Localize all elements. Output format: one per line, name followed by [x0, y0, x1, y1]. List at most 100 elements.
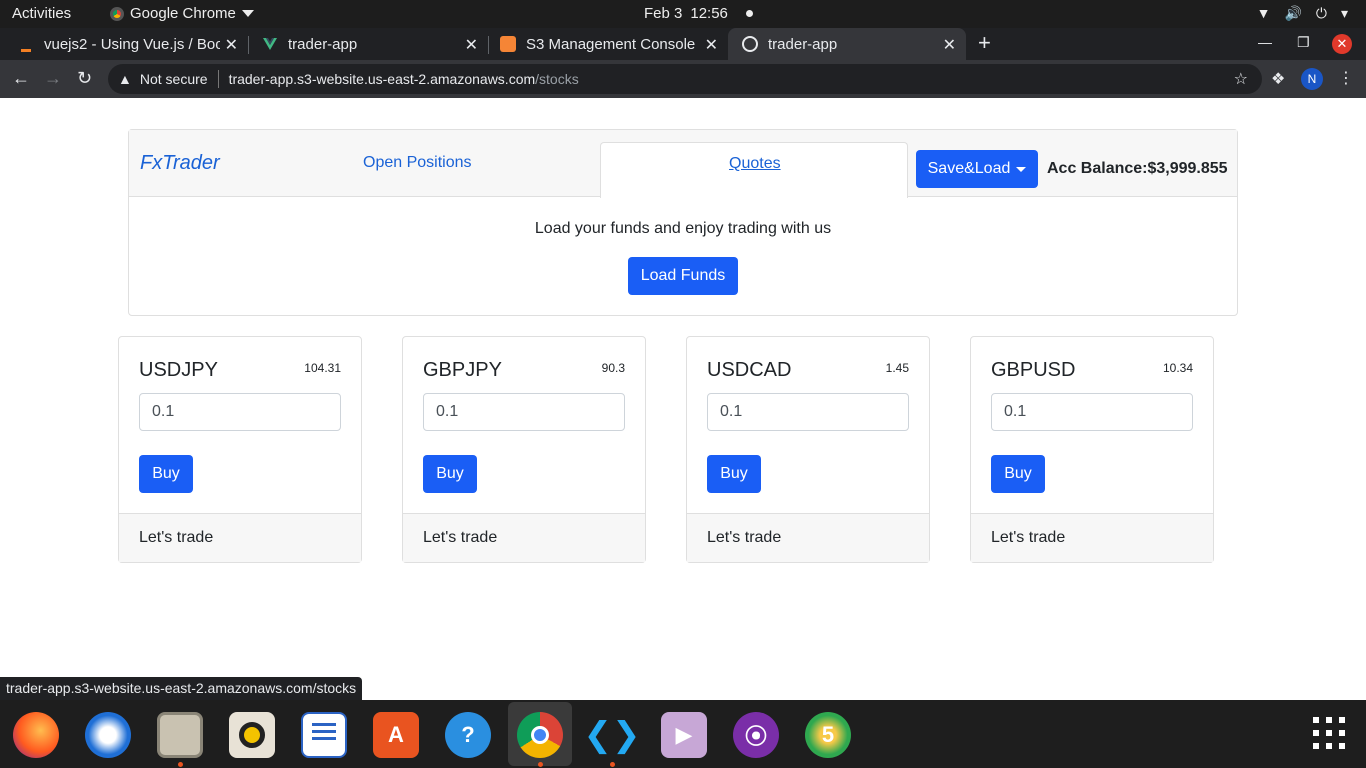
app-menu[interactable]: Google Chrome — [110, 5, 254, 22]
buy-button[interactable]: Buy — [139, 455, 193, 493]
forward-arrow-icon[interactable]: → — [44, 68, 62, 89]
running-indicator — [538, 762, 543, 767]
tab-trader-app-active[interactable]: trader-app ✕ — [728, 28, 966, 60]
close-icon[interactable]: ✕ — [225, 35, 238, 55]
help-icon[interactable]: ? — [445, 712, 491, 758]
card-footer: Let's trade — [119, 513, 361, 562]
quantity-input[interactable] — [139, 393, 341, 431]
nav-quotes-tab[interactable]: Quotes — [600, 142, 908, 198]
rhythmbox-icon[interactable] — [229, 712, 275, 758]
vscode-icon[interactable]: ❮❯ — [584, 712, 641, 758]
running-indicator — [178, 762, 183, 767]
account-balance: Acc Balance:$3,999.855 — [1047, 160, 1228, 177]
buy-button[interactable]: Buy — [991, 455, 1045, 493]
close-icon[interactable]: ✕ — [705, 35, 718, 55]
header-card: FxTrader Open Positions Quotes Save&Load… — [128, 129, 1238, 316]
stock-name: GBPJPY — [423, 359, 502, 381]
stock-price: 90.3 — [601, 361, 625, 375]
url-host: trader-app.s3-website.us-east-2.amazonaw… — [228, 71, 536, 87]
dock: A ? ❮❯ ▶ ⦿ 5 — [0, 700, 1366, 768]
activities-button[interactable]: Activities — [12, 5, 71, 22]
chevron-down-icon: ▾ — [1340, 5, 1348, 21]
card-footer: Let's trade — [687, 513, 929, 562]
link-status-bubble: trader-app.s3-website.us-east-2.amazonaw… — [0, 677, 363, 700]
warning-icon[interactable]: ▲ — [118, 71, 132, 87]
back-arrow-icon[interactable]: ← — [12, 68, 30, 89]
buy-button[interactable]: Buy — [423, 455, 477, 493]
extensions-puzzle-icon[interactable]: ❖ — [1271, 69, 1285, 89]
tor-icon[interactable]: ⦿ — [733, 712, 779, 758]
writer-icon[interactable] — [301, 712, 347, 758]
tab-vuejs2[interactable]: vuejs2 - Using Vue.js / Boo ✕ — [4, 28, 248, 60]
quantity-input[interactable] — [423, 393, 625, 431]
close-icon[interactable]: ✕ — [465, 35, 478, 55]
tab-trader-app-1[interactable]: trader-app ✕ — [248, 28, 488, 60]
clock-date: Feb 3 — [644, 5, 683, 22]
close-icon[interactable]: ✕ — [943, 35, 956, 55]
stock-card-gbpjpy: GBPJPY 90.3 Buy Let's trade — [402, 336, 646, 563]
nav-open-positions[interactable]: Open Positions — [363, 154, 472, 172]
profile-avatar[interactable]: N — [1301, 68, 1323, 90]
stock-name: USDCAD — [707, 359, 792, 381]
tab-title: trader-app — [768, 35, 838, 53]
address-bar[interactable]: ▲ Not secure trader-app.s3-website.us-ea… — [108, 64, 1262, 94]
power-icon: ⏻ — [1315, 5, 1327, 21]
divider — [217, 70, 219, 88]
clock[interactable]: Feb 3 12:56 — [644, 5, 753, 22]
firefox-icon[interactable] — [13, 712, 59, 758]
stock-price: 10.34 — [1162, 361, 1193, 375]
files-icon[interactable] — [157, 712, 203, 758]
reload-icon[interactable]: ↻ — [77, 68, 92, 89]
browser-tab-strip: vuejs2 - Using Vue.js / Boo ✕ trader-app… — [0, 28, 1366, 60]
quantity-input[interactable] — [707, 393, 909, 431]
more-vert-icon[interactable]: ⋮ — [1338, 68, 1354, 88]
metatrader-icon[interactable]: 5 — [805, 712, 851, 758]
card-footer-text: Let's trade — [991, 529, 1066, 546]
maximize-icon[interactable]: ❐ — [1297, 34, 1310, 51]
buy-button[interactable]: Buy — [707, 455, 761, 493]
load-funds-button[interactable]: Load Funds — [628, 257, 738, 295]
stackoverflow-icon — [18, 36, 34, 52]
system-status-menu[interactable]: ▼ 🔊 ⏻ ▾ — [1257, 5, 1348, 22]
save-load-label: Save&Load — [927, 160, 1011, 177]
show-apps-grid-icon[interactable] — [1313, 717, 1345, 749]
window-close-button[interactable]: ✕ — [1332, 34, 1352, 54]
save-load-dropdown[interactable]: Save&Load — [916, 150, 1038, 188]
thunderbird-icon[interactable] — [85, 712, 131, 758]
stock-name: USDJPY — [139, 359, 218, 381]
system-top-bar: Activities Google Chrome Feb 3 12:56 ▼ 🔊… — [0, 0, 1366, 28]
stock-card-gbpusd: GBPUSD 10.34 Buy Let's trade — [970, 336, 1214, 563]
card-footer: Let's trade — [403, 513, 645, 562]
software-icon[interactable]: A — [373, 712, 419, 758]
aws-cube-icon — [500, 36, 516, 52]
header-nav: FxTrader Open Positions Quotes Save&Load… — [129, 130, 1237, 198]
stock-card-usdjpy: USDJPY 104.31 Buy Let's trade — [118, 336, 362, 563]
app-menu-label: Google Chrome — [130, 5, 236, 22]
card-footer-text: Let's trade — [423, 529, 498, 546]
volume-icon: 🔊 — [1284, 5, 1302, 21]
stock-price: 1.45 — [885, 361, 909, 375]
clock-time: 12:56 — [690, 5, 728, 22]
security-label[interactable]: Not secure — [140, 71, 208, 87]
funds-message: Load your funds and enjoy trading with u… — [534, 220, 832, 237]
running-indicator — [610, 762, 615, 767]
caret-down-icon — [1016, 166, 1027, 172]
quantity-input[interactable] — [991, 393, 1193, 431]
chevron-down-icon — [241, 10, 254, 17]
url-path: /stocks — [535, 71, 579, 87]
minimize-icon[interactable]: — — [1258, 34, 1272, 50]
browser-toolbar: ← → ↻ ▲ Not secure trader-app.s3-website… — [0, 60, 1366, 98]
tab-s3-console[interactable]: S3 Management Console ✕ — [486, 28, 728, 60]
video-icon[interactable]: ▶ — [661, 712, 707, 758]
tab-title: S3 Management Console — [526, 35, 696, 53]
new-tab-button[interactable]: + — [978, 30, 991, 56]
stock-card-usdcad: USDCAD 1.45 Buy Let's trade — [686, 336, 930, 563]
card-footer-text: Let's trade — [707, 529, 782, 546]
bookmark-star-icon[interactable]: ☆ — [1234, 69, 1248, 89]
globe-icon — [742, 36, 758, 52]
brand-link[interactable]: FxTrader — [140, 152, 220, 175]
nav-quotes-label[interactable]: Quotes — [729, 155, 781, 173]
wifi-icon: ▼ — [1256, 5, 1271, 21]
card-footer-text: Let's trade — [139, 529, 214, 546]
chrome-icon[interactable] — [517, 712, 563, 758]
